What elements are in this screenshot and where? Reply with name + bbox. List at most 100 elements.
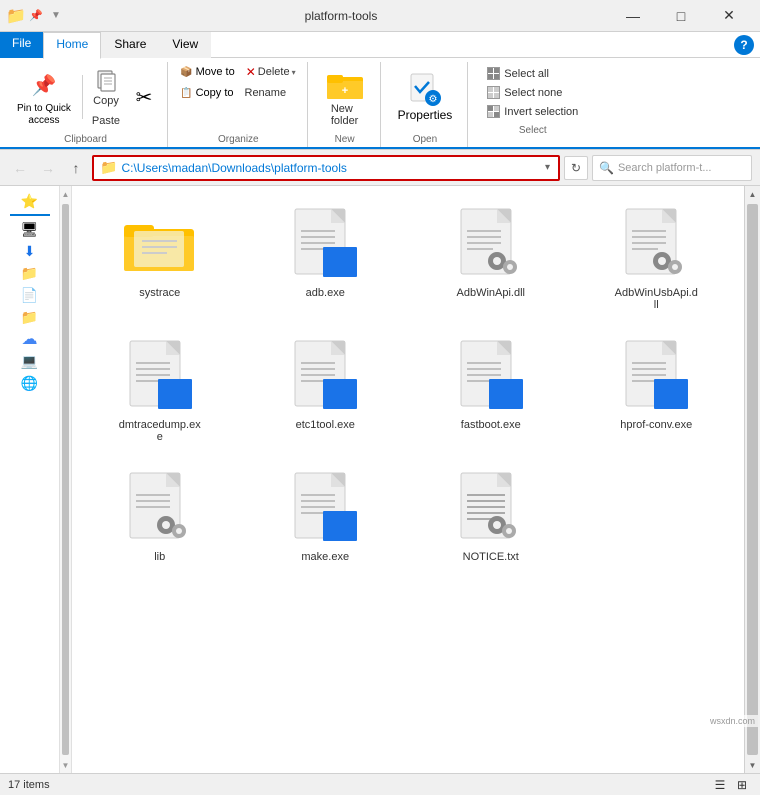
sidebar-item-network[interactable]: 🌐: [0, 372, 59, 394]
move-to-label[interactable]: 📦 Move to: [176, 63, 239, 81]
sidebar-item-folder2[interactable]: 📁: [0, 306, 59, 328]
list-item[interactable]: AdbWinUsbApi.dll: [579, 196, 735, 318]
sidebar-item-folder1[interactable]: 📁: [0, 262, 59, 284]
title-icon-pin: 📌: [28, 8, 44, 24]
status-bar: 17 items ☰ ⊞: [0, 773, 760, 795]
exe2-icon-area: [120, 335, 200, 415]
folder-icon-area: [120, 203, 200, 283]
copy-button[interactable]: Copy: [87, 64, 125, 110]
list-item[interactable]: NOTICE.txt: [413, 460, 569, 570]
tab-file[interactable]: File: [0, 32, 43, 58]
sidebar-item-thispc[interactable]: 💻: [0, 350, 59, 372]
copy-to-label[interactable]: 📋 Copy to: [176, 84, 237, 102]
scroll-thumb[interactable]: [747, 204, 758, 755]
file-area[interactable]: systrace: [72, 186, 744, 773]
title-text: platform-tools: [72, 9, 610, 23]
sidebar-item-downloads[interactable]: ⬇: [0, 240, 59, 262]
folder2-icon: 📁: [21, 309, 38, 326]
sidebar-divider: [10, 214, 50, 216]
select-all-button[interactable]: Select all: [482, 64, 583, 83]
dll-icon-area: [451, 203, 531, 283]
paste-button[interactable]: Paste: [87, 112, 125, 130]
properties-label: Properties: [398, 108, 453, 122]
ribbon-tabs: File Home Share View ?: [0, 32, 760, 58]
list-item[interactable]: fastboot.exe: [413, 328, 569, 450]
delete-button[interactable]: ✕ Delete ▾: [241, 62, 301, 82]
copy-svg-icon: [92, 67, 120, 95]
new-folder-button[interactable]: + Newfolder: [316, 62, 374, 132]
back-button[interactable]: ←: [8, 156, 32, 180]
etc1tool-svg-icon: [291, 339, 359, 411]
sidebar-scroll-down[interactable]: ▼: [60, 757, 71, 773]
scissors-icon: ✂: [132, 83, 156, 111]
maximize-button[interactable]: □: [658, 0, 704, 32]
address-box[interactable]: 📁 C:\Users\madan\Downloads\platform-tool…: [92, 155, 560, 181]
scroll-down-button[interactable]: ▼: [745, 757, 760, 773]
title-icon-arrow: ▼: [48, 8, 64, 24]
tab-home[interactable]: Home: [43, 32, 101, 59]
address-dropdown-button[interactable]: ▾: [543, 162, 552, 173]
grid-view-button[interactable]: ⊞: [732, 775, 752, 795]
list-view-button[interactable]: ☰: [710, 775, 730, 795]
list-item[interactable]: etc1tool.exe: [248, 328, 404, 450]
up-button[interactable]: ↑: [64, 156, 88, 180]
new-buttons: + Newfolder: [316, 62, 374, 132]
clipboard-group: 📌 Pin to Quickaccess: [4, 62, 168, 147]
title-icon-1: 📁: [8, 8, 24, 24]
adbwinapi-icon: [457, 207, 525, 279]
sidebar-item-quickaccess[interactable]: ⭐: [0, 190, 59, 212]
checkbox-none-icon: [488, 87, 499, 98]
make-svg-icon: [291, 471, 359, 543]
rename-button[interactable]: Rename: [240, 84, 292, 102]
sidebar-scroll[interactable]: ⭐ 🖥 ⬇ 📁 📄 📁 ☁ 💻: [0, 190, 59, 769]
file-name: lib: [154, 551, 165, 563]
clipboard-buttons: 📌 Pin to Quickaccess: [10, 62, 161, 132]
pin-quick-access-button[interactable]: 📌 Pin to Quickaccess: [10, 64, 78, 130]
list-item[interactable]: AdbWinApi.dll: [413, 196, 569, 318]
file-name: systrace: [139, 287, 180, 299]
desktop-icon: 🖥: [21, 221, 39, 238]
tab-view[interactable]: View: [159, 32, 211, 58]
folder-svg-icon: +: [325, 67, 365, 103]
main-area: ⭐ 🖥 ⬇ 📁 📄 📁 ☁ 💻: [0, 186, 760, 773]
hprof-svg-icon: [622, 339, 690, 411]
refresh-button[interactable]: ↻: [564, 156, 588, 180]
sidebar-item-documents[interactable]: 📄: [0, 284, 59, 306]
folder1-icon: 📁: [21, 265, 38, 282]
sidebar-scroll-thumb[interactable]: [62, 204, 69, 755]
sidebar-scroll-up[interactable]: ▲: [60, 186, 71, 202]
list-item[interactable]: adb.exe: [248, 196, 404, 318]
list-item[interactable]: systrace: [82, 196, 238, 318]
properties-button[interactable]: ⚙ Properties: [389, 67, 462, 127]
window-controls[interactable]: — □ ✕: [610, 0, 752, 32]
file-name: etc1tool.exe: [296, 419, 355, 431]
sidebar-item-desktop[interactable]: 🖥: [0, 218, 59, 240]
select-all-checkbox: [487, 67, 500, 80]
invert-label: Invert selection: [504, 106, 578, 118]
invert-selection-button[interactable]: Invert selection: [482, 102, 583, 121]
exe-icon-area: [285, 203, 365, 283]
minimize-button[interactable]: —: [610, 0, 656, 32]
tab-share[interactable]: Share: [101, 32, 159, 58]
list-item[interactable]: lib: [82, 460, 238, 570]
vertical-scrollbar[interactable]: ▲ ▼: [744, 186, 760, 773]
dmtrace-svg-icon: [126, 339, 194, 411]
list-item[interactable]: dmtracedump.exe: [82, 328, 238, 450]
search-box[interactable]: 🔍 Search platform-t...: [592, 155, 752, 181]
sidebar-scrollbar[interactable]: ▲ ▼: [60, 186, 72, 773]
copy-to-button[interactable]: 📋 Copy to: [176, 84, 237, 102]
file-name: adb.exe: [306, 287, 345, 299]
select-none-button[interactable]: Select none: [482, 83, 583, 102]
file-grid: systrace: [82, 196, 734, 570]
sidebar-item-onedrive[interactable]: ☁: [0, 328, 59, 350]
move-to-button[interactable]: 📦 Move to: [176, 62, 239, 82]
cut-button[interactable]: ✂: [127, 80, 161, 114]
forward-button[interactable]: →: [36, 156, 60, 180]
list-item[interactable]: make.exe: [248, 460, 404, 570]
scroll-up-button[interactable]: ▲: [745, 186, 760, 202]
dll-svg-icon: [457, 207, 525, 279]
list-item[interactable]: hprof-conv.exe: [579, 328, 735, 450]
organize-buttons: 📦 Move to ✕ Delete ▾ 📋 Copy to: [176, 62, 301, 132]
help-button[interactable]: ?: [734, 35, 754, 55]
close-button[interactable]: ✕: [706, 0, 752, 32]
